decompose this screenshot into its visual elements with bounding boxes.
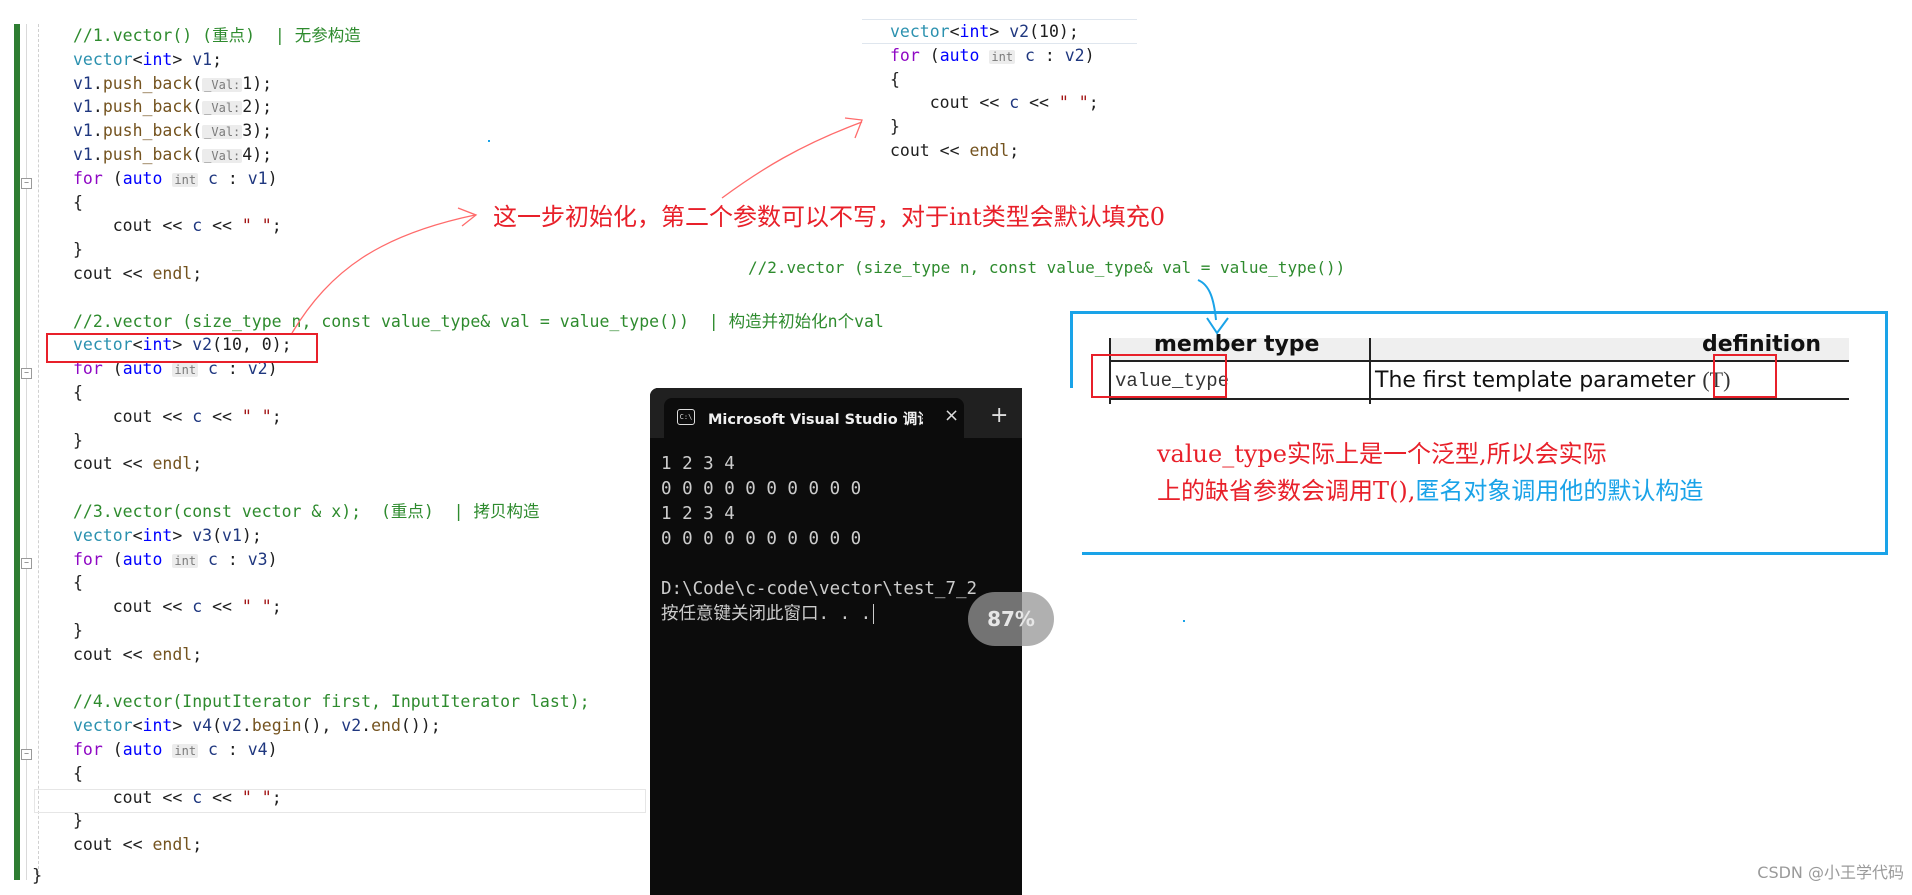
stray-dot <box>1183 620 1185 622</box>
arrow-to-table <box>1197 279 1217 321</box>
arrowhead-table <box>1206 317 1229 335</box>
watermark: CSDN @小王学代码 <box>1757 863 1904 882</box>
annotation-arrows <box>291 117 1229 335</box>
arrow-to-note <box>291 214 476 334</box>
stray-dot <box>488 140 490 142</box>
arrow-to-snippet <box>721 121 863 199</box>
